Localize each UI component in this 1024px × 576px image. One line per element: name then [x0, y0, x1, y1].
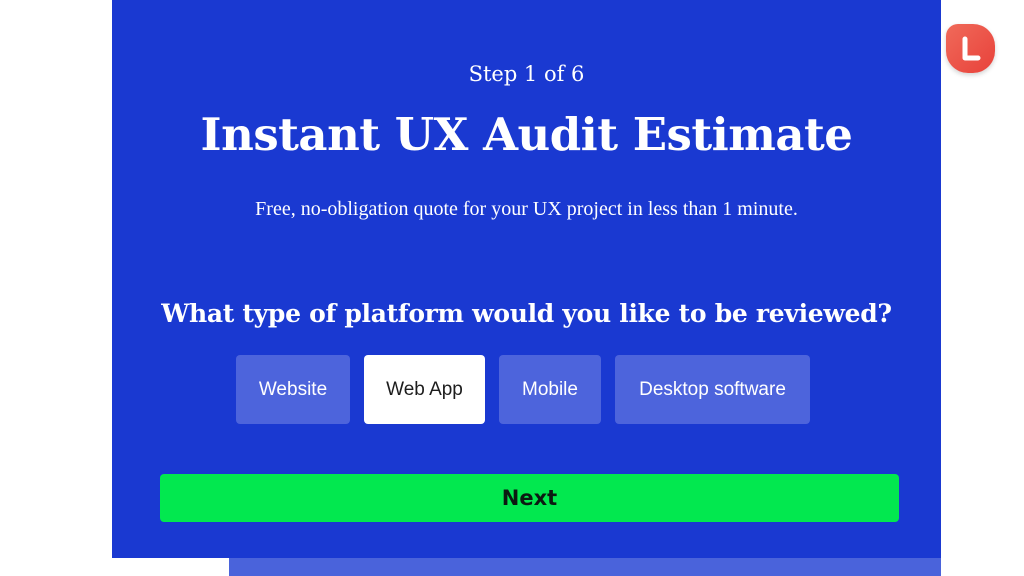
option-label: Website: [258, 378, 328, 400]
option-label: Desktop software: [639, 378, 786, 400]
next-button[interactable]: Next: [160, 474, 899, 522]
step-indicator: Step 1 of 6: [468, 62, 585, 86]
logo-l-glyph: [962, 36, 980, 60]
question-heading: What type of platform would you like to …: [161, 299, 892, 328]
page: Step 1 of 6 Instant UX Audit Estimate Fr…: [0, 0, 1024, 576]
estimate-form-panel: Step 1 of 6 Instant UX Audit Estimate Fr…: [112, 0, 941, 576]
option-label: Mobile: [522, 378, 578, 400]
option-desktop-software[interactable]: Desktop software: [615, 355, 810, 424]
option-label: Web App: [386, 378, 463, 400]
progress-bar: [112, 558, 941, 576]
option-website[interactable]: Website: [236, 355, 350, 424]
logo-l-icon[interactable]: [946, 24, 995, 73]
option-web-app[interactable]: Web App: [364, 355, 485, 424]
option-mobile[interactable]: Mobile: [499, 355, 601, 424]
subtitle: Free, no-obligation quote for your UX pr…: [255, 198, 798, 220]
page-title: Instant UX Audit Estimate: [200, 108, 853, 161]
progress-fill: [112, 558, 230, 576]
